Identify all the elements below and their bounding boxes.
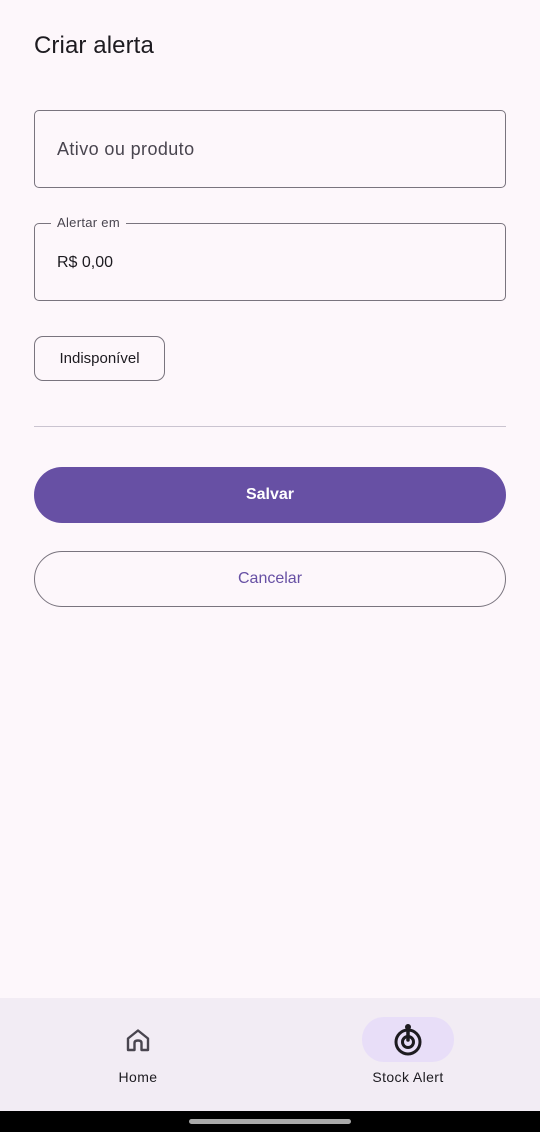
divider bbox=[34, 426, 506, 427]
nav-item-stock-alert[interactable]: Stock Alert bbox=[270, 998, 540, 1111]
system-navigation-bar bbox=[0, 1111, 540, 1132]
nav-item-home[interactable]: Home bbox=[0, 998, 270, 1111]
cancel-button[interactable]: Cancelar bbox=[34, 551, 506, 607]
nav-label-home: Home bbox=[118, 1069, 158, 1085]
gesture-handle[interactable] bbox=[189, 1119, 351, 1124]
bottom-navigation: Home Stock Alert bbox=[0, 998, 540, 1111]
create-alert-screen: Criar alerta Ativo ou produto Alertar em… bbox=[0, 0, 540, 1132]
nav-label-stock-alert: Stock Alert bbox=[372, 1069, 444, 1085]
radar-icon bbox=[394, 1024, 422, 1056]
page-title: Criar alerta bbox=[34, 32, 154, 59]
alert-price-label: Alertar em bbox=[51, 215, 126, 230]
unavailable-chip[interactable]: Indisponível bbox=[34, 336, 165, 381]
alert-price-value: R$ 0,00 bbox=[57, 254, 114, 271]
alert-price-input[interactable]: Alertar em R$ 0,00 bbox=[34, 215, 506, 301]
asset-input-placeholder: Ativo ou produto bbox=[57, 139, 195, 159]
home-icon bbox=[126, 1029, 150, 1052]
save-button[interactable]: Salvar bbox=[34, 467, 506, 523]
asset-input[interactable]: Ativo ou produto bbox=[34, 110, 506, 188]
